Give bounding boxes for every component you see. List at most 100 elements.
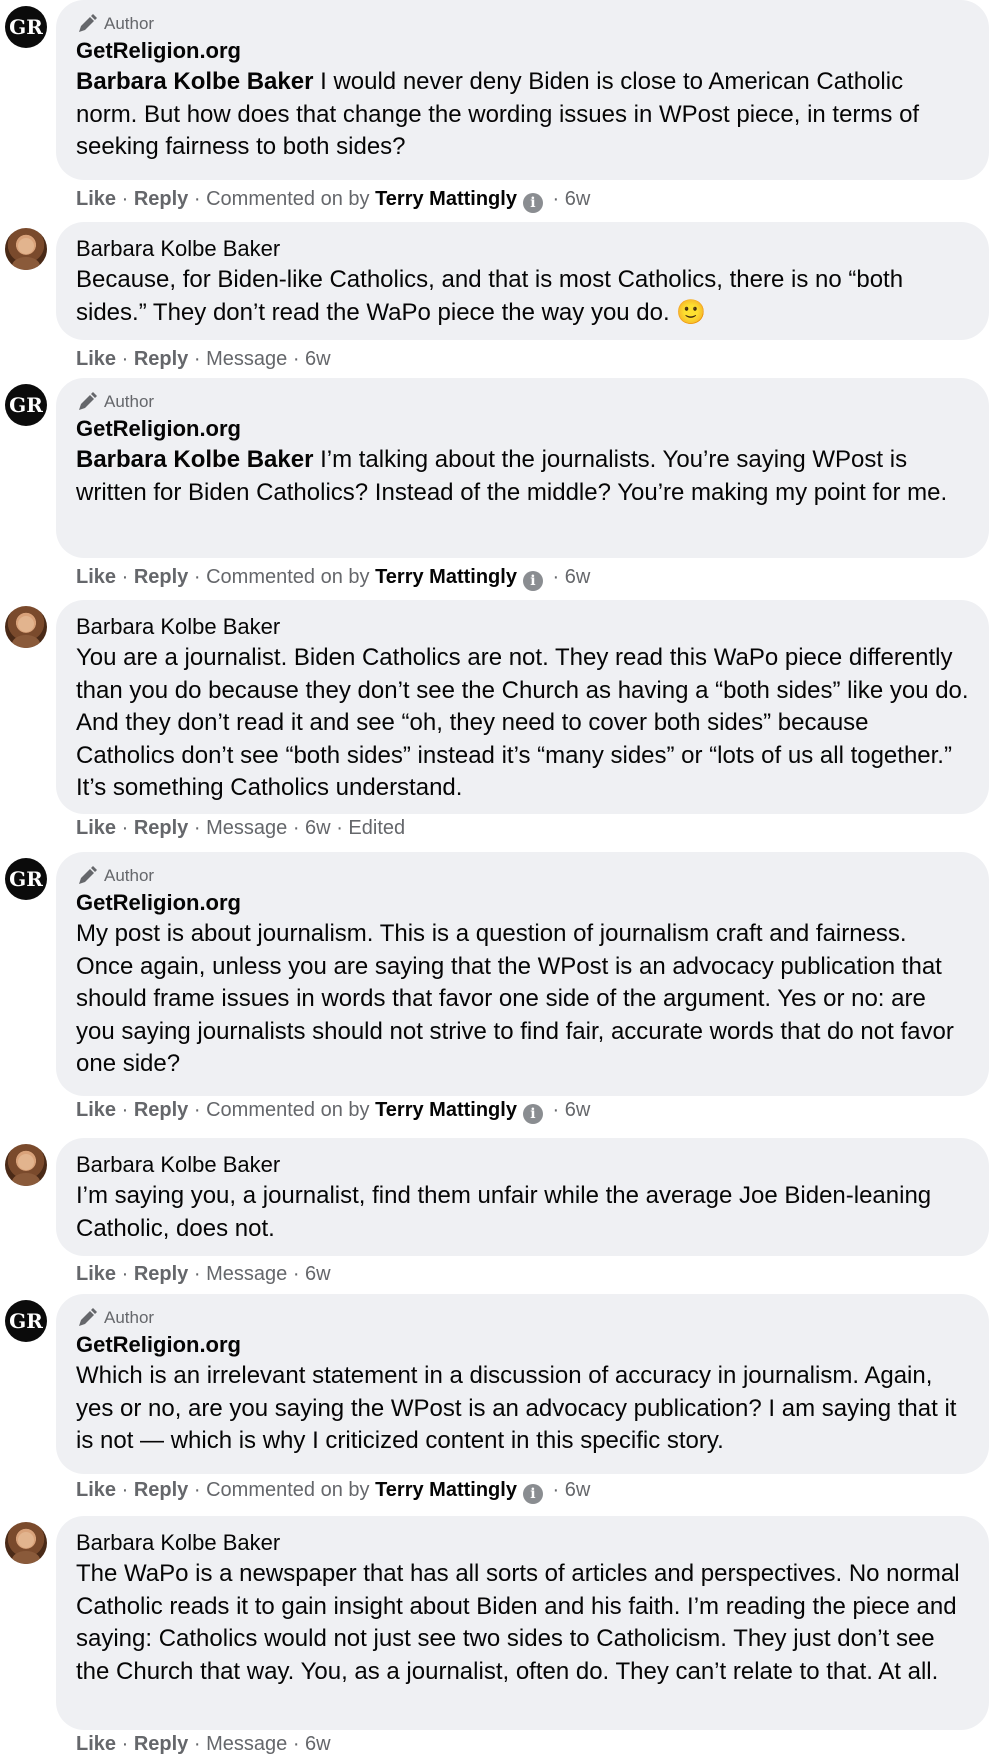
message-link[interactable]: Message <box>206 817 287 839</box>
commenter-name[interactable]: GetReligion.org <box>76 888 969 918</box>
comment-text: You are a journalist. Biden Catholics ar… <box>76 644 969 802</box>
info-icon[interactable]: i <box>522 571 543 591</box>
author-badge: Author <box>76 1306 969 1330</box>
commented-on-by-label: Commented on by <box>206 1479 370 1501</box>
commenter-name[interactable]: Barbara Kolbe Baker <box>76 1150 969 1180</box>
commenter-name[interactable]: Barbara Kolbe Baker <box>76 612 969 642</box>
comment-bubble: Barbara Kolbe Baker The WaPo is a newspa… <box>56 1516 989 1730</box>
info-icon[interactable]: i <box>522 193 543 213</box>
author-badge-label: Author <box>104 14 155 33</box>
author-badge-label: Author <box>104 392 155 411</box>
commented-on-by-label: Commented on by <box>206 188 370 210</box>
commenter-name[interactable]: GetReligion.org <box>76 414 969 444</box>
like-button[interactable]: Like <box>76 1099 116 1121</box>
like-button[interactable]: Like <box>76 566 116 588</box>
commenter-name[interactable]: GetReligion.org <box>76 1330 969 1360</box>
pen-icon <box>79 14 97 32</box>
reply-button[interactable]: Reply <box>134 1263 188 1285</box>
like-button[interactable]: Like <box>76 188 116 210</box>
commenter-name[interactable]: Barbara Kolbe Baker <box>76 1528 969 1558</box>
getreligion-avatar[interactable]: GR <box>5 384 47 426</box>
author-badge: Author <box>76 390 969 414</box>
reply-button[interactable]: Reply <box>134 188 188 210</box>
comment-bubble: Author GetReligion.org Which is an irrel… <box>56 1294 989 1474</box>
mention-link[interactable]: Barbara Kolbe Baker <box>76 68 313 95</box>
author-badge-label: Author <box>104 866 155 885</box>
comment-text: My post is about journalism. This is a q… <box>76 920 954 1078</box>
user-avatar[interactable] <box>5 1144 47 1186</box>
edited-label: Edited <box>348 817 406 839</box>
svg-text:GR: GR <box>9 393 43 417</box>
like-button[interactable]: Like <box>76 1733 116 1755</box>
comment-bubble: Author GetReligion.org My post is about … <box>56 852 989 1096</box>
like-button[interactable]: Like <box>76 1479 116 1501</box>
timestamp[interactable]: 6w <box>565 566 591 588</box>
timestamp[interactable]: 6w <box>305 1733 331 1755</box>
comment-bubble: Barbara Kolbe Baker Because, for Biden-l… <box>56 222 989 340</box>
pen-icon <box>79 866 97 884</box>
svg-text:GR: GR <box>9 15 43 39</box>
commenter-name[interactable]: GetReligion.org <box>76 36 969 66</box>
message-link[interactable]: Message <box>206 1733 287 1755</box>
timestamp[interactable]: 6w <box>305 348 331 370</box>
message-link[interactable]: Message <box>206 1263 287 1285</box>
comment-thread: GR Author GetReligion.org Barbara Kolbe … <box>0 0 1000 1761</box>
like-button[interactable]: Like <box>76 1263 116 1285</box>
comment-text: The WaPo is a newspaper that has all sor… <box>76 1560 960 1685</box>
reply-button[interactable]: Reply <box>134 1479 188 1501</box>
comment-actions: Like · Reply · Message · 6w <box>76 1733 331 1755</box>
comment-bubble: Barbara Kolbe Baker I’m saying you, a jo… <box>56 1138 989 1256</box>
mention-link[interactable]: Barbara Kolbe Baker <box>76 446 313 473</box>
author-badge: Author <box>76 12 969 36</box>
admin-name-link[interactable]: Terry Mattingly <box>375 1099 517 1121</box>
comment-text: I’m saying you, a journalist, find them … <box>76 1182 932 1242</box>
message-link[interactable]: Message <box>206 348 287 370</box>
comment-text: Barbara Kolbe Baker I’m talking about th… <box>76 446 948 506</box>
comment-text: Barbara Kolbe Baker I would never deny B… <box>76 68 920 161</box>
reply-button[interactable]: Reply <box>134 1733 188 1755</box>
reply-button[interactable]: Reply <box>134 817 188 839</box>
author-badge-label: Author <box>104 1308 155 1327</box>
commenter-name[interactable]: Barbara Kolbe Baker <box>76 234 969 264</box>
comment-actions: Like · Reply · Commented on by Terry Mat… <box>76 566 591 591</box>
comment-actions: Like · Reply · Message · 6w · Edited <box>76 817 406 839</box>
user-avatar[interactable] <box>5 606 47 648</box>
pen-icon <box>79 392 97 410</box>
reply-button[interactable]: Reply <box>134 348 188 370</box>
timestamp[interactable]: 6w <box>305 1263 331 1285</box>
comment-bubble: Barbara Kolbe Baker You are a journalist… <box>56 600 989 814</box>
comment-actions: Like · Reply · Commented on by Terry Mat… <box>76 1479 591 1504</box>
admin-name-link[interactable]: Terry Mattingly <box>375 188 517 210</box>
like-button[interactable]: Like <box>76 817 116 839</box>
pen-icon <box>79 1308 97 1326</box>
timestamp[interactable]: 6w <box>305 817 331 839</box>
like-button[interactable]: Like <box>76 348 116 370</box>
reply-button[interactable]: Reply <box>134 1099 188 1121</box>
info-icon[interactable]: i <box>522 1104 543 1124</box>
comment-actions: Like · Reply · Message · 6w <box>76 348 331 370</box>
user-avatar[interactable] <box>5 1522 47 1564</box>
author-badge: Author <box>76 864 969 888</box>
admin-name-link[interactable]: Terry Mattingly <box>375 1479 517 1501</box>
reply-button[interactable]: Reply <box>134 566 188 588</box>
svg-text:GR: GR <box>9 867 43 891</box>
getreligion-avatar[interactable]: GR <box>5 1300 47 1342</box>
comment-actions: Like · Reply · Commented on by Terry Mat… <box>76 188 591 213</box>
commented-on-by-label: Commented on by <box>206 566 370 588</box>
getreligion-avatar[interactable]: GR <box>5 6 47 48</box>
comment-text: Which is an irrelevant statement in a di… <box>76 1362 957 1455</box>
comment-bubble: Author GetReligion.org Barbara Kolbe Bak… <box>56 0 989 180</box>
user-avatar[interactable] <box>5 228 47 270</box>
info-icon[interactable]: i <box>522 1484 543 1504</box>
timestamp[interactable]: 6w <box>565 1479 591 1501</box>
getreligion-avatar[interactable]: GR <box>5 858 47 900</box>
comment-text: Because, for Biden-like Catholics, and t… <box>76 266 904 326</box>
admin-name-link[interactable]: Terry Mattingly <box>375 566 517 588</box>
comment-bubble: Author GetReligion.org Barbara Kolbe Bak… <box>56 378 989 558</box>
timestamp[interactable]: 6w <box>565 188 591 210</box>
comment-actions: Like · Reply · Message · 6w <box>76 1263 331 1285</box>
timestamp[interactable]: 6w <box>565 1099 591 1121</box>
comment-actions: Like · Reply · Commented on by Terry Mat… <box>76 1099 591 1124</box>
svg-text:GR: GR <box>9 1309 43 1333</box>
commented-on-by-label: Commented on by <box>206 1099 370 1121</box>
